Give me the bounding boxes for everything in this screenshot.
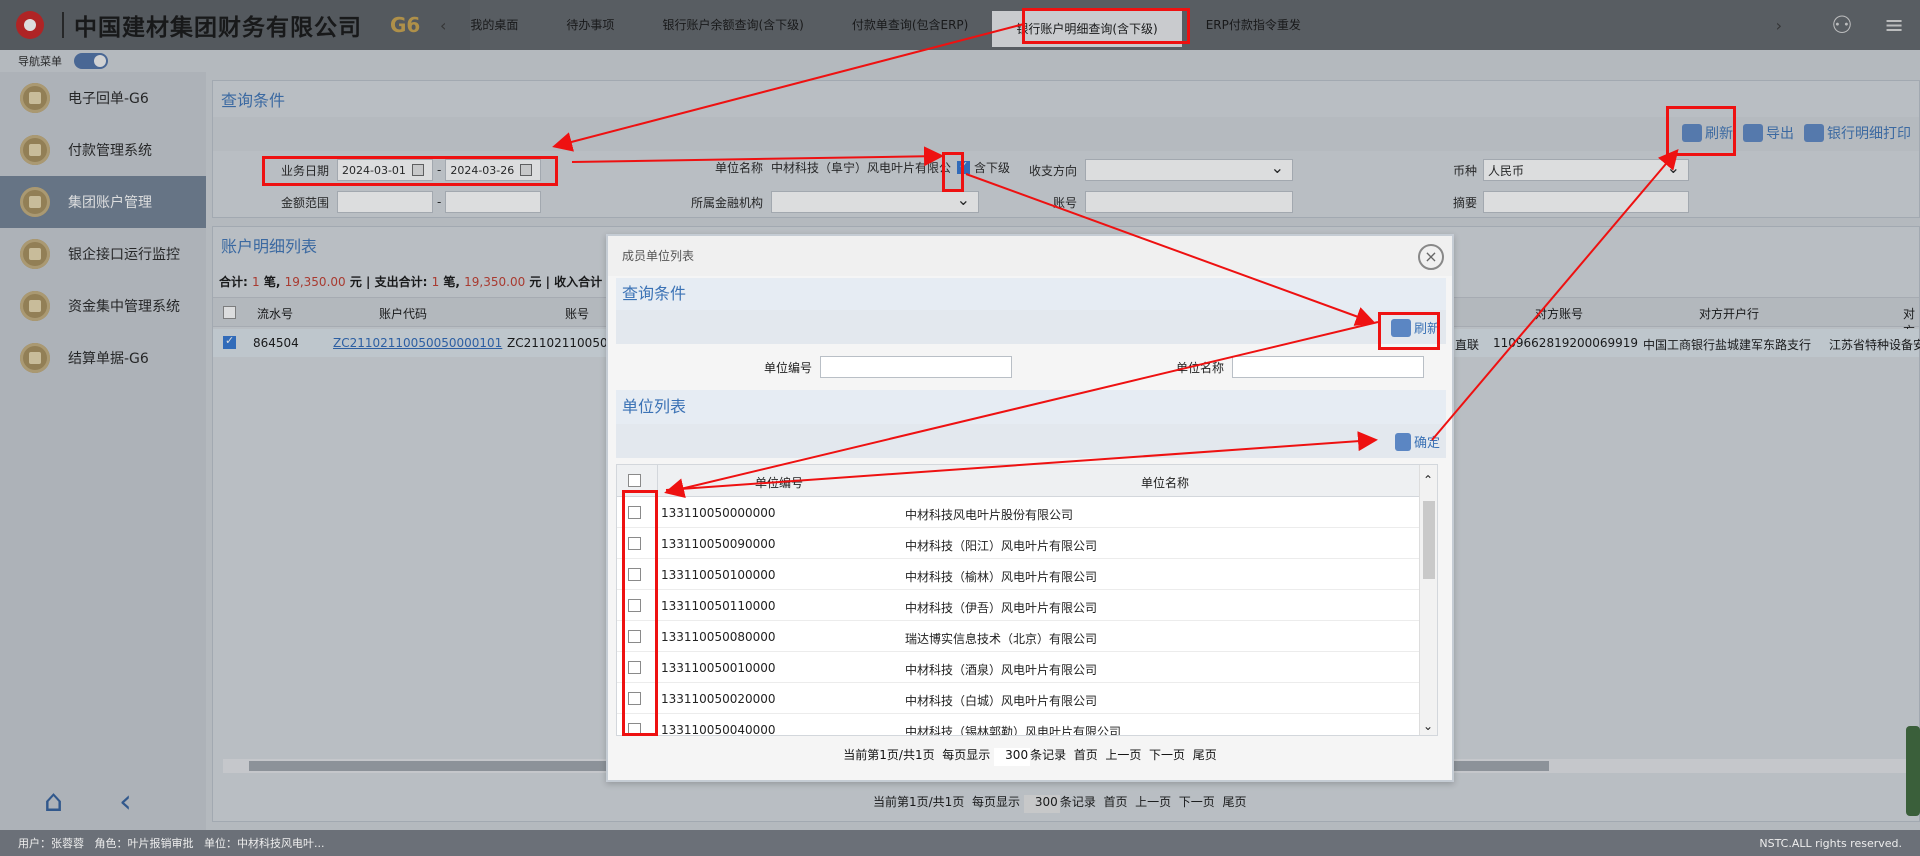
col-divider [657,465,658,497]
unit-row[interactable]: 133110050000000 中材科技风电叶片股份有限公司 [617,497,1437,528]
unit-row[interactable]: 133110050110000 中材科技（伊吾）风电叶片有限公司 [617,590,1437,621]
dialog-unit-name-row: 单位名称 [1174,356,1424,378]
unit-row-no: 133110050090000 [661,537,776,551]
unit-row-checkbox[interactable] [628,692,641,705]
dialog-title: 成员单位列表 [608,236,1452,276]
unit-row[interactable]: 133110050010000 中材科技（酒泉）风电叶片有限公司 [617,652,1437,683]
pager-prev[interactable]: 上一页 [1105,748,1141,762]
unit-row-name: 中材科技（阳江）风电叶片有限公司 [905,539,1098,553]
pager-last[interactable]: 尾页 [1193,748,1217,762]
unit-row-checkbox[interactable] [628,506,641,519]
grid-select-all-checkbox[interactable] [628,474,641,487]
dialog-query-strip [616,310,1446,344]
unit-row-name: 中材科技（白城）风电叶片有限公司 [905,694,1098,708]
volume-indicator [1906,726,1920,816]
pager-size-input[interactable]: 300 [994,748,1031,766]
footer-rights: NSTC.ALL rights reserved. [1759,836,1902,850]
unit-list-strip [616,424,1446,458]
unit-row-name: 中材科技（酒泉）风电叶片有限公司 [905,663,1098,677]
unit-row-checkbox[interactable] [628,537,641,550]
unit-row-checkbox[interactable] [628,661,641,674]
unit-no-input[interactable] [820,356,1012,378]
unit-row-name: 中材科技（锡林郭勒）风电叶片有限公司 [905,725,1122,736]
status-bar: 用户：张蓉蓉 角色：叶片报销审批 单位：中材科技风电叶... NSTC.ALL … [0,830,1920,856]
col-unit-name: 单位名称 [1141,476,1190,490]
unit-row-checkbox[interactable] [628,630,641,643]
scroll-down-icon[interactable]: ⌄ [1423,719,1433,733]
unit-list-title: 单位列表 [616,390,1446,424]
unit-row-no: 133110050080000 [661,630,776,644]
unit-grid: 单位编号 单位名称 133110050000000 中材科技风电叶片股份有限公司 1… [616,464,1438,736]
unit-row-no: 133110050110000 [661,599,776,613]
member-unit-dialog: 成员单位列表 × 查询条件 刷新 单位编号 单位名称 单位列表 确定 单位编号 … [606,234,1454,782]
pager-status: 当前第1页/共1页 [843,748,935,762]
footer-user: 用户：张蓉蓉 [18,837,84,850]
unit-row[interactable]: 133110050100000 中材科技（榆林）风电叶片有限公司 [617,559,1437,590]
unit-row[interactable]: 133110050090000 中材科技（阳江）风电叶片有限公司 [617,528,1437,559]
unit-row[interactable]: 133110050080000 瑞达博实信息技术（北京）有限公司 [617,621,1437,652]
scroll-up-icon[interactable]: ⌃ [1423,473,1433,487]
unit-row-no: 133110050010000 [661,661,776,675]
unit-row-checkbox[interactable] [628,568,641,581]
close-icon[interactable]: × [1418,244,1444,270]
confirm-label: 确定 [1413,436,1440,451]
unit-row-no: 133110050020000 [661,692,776,706]
refresh-icon [1390,318,1411,337]
dialog-refresh-button[interactable]: 刷新 [1390,318,1440,337]
unit-no-label: 单位编号 [763,360,812,375]
pager-size-label: 每页显示 [942,748,991,762]
col-unit-no: 单位编号 [755,476,804,490]
unit-row-name: 中材科技风电叶片股份有限公司 [905,508,1074,522]
unit-row-checkbox[interactable] [628,599,641,612]
unit-row-no: 133110050000000 [661,506,776,520]
footer-unit: 单位：中材科技风电叶... [204,837,325,850]
pager-next[interactable]: 下一页 [1149,748,1185,762]
footer-role: 角色：叶片报销审批 [94,837,194,850]
confirm-button[interactable]: 确定 [1394,432,1440,451]
dialog-refresh-label: 刷新 [1413,322,1440,337]
unit-grid-body: 133110050000000 中材科技风电叶片股份有限公司 13311005009… [617,497,1437,736]
vertical-scrollbar[interactable]: ⌃ ⌄ [1419,465,1437,735]
unit-row-no: 133110050040000 [661,723,776,736]
unit-grid-header: 单位编号 单位名称 [617,465,1437,497]
unit-row-name: 中材科技（伊吾）风电叶片有限公司 [905,601,1098,615]
unit-row[interactable]: 133110050040000 中材科技（锡林郭勒）风电叶片有限公司 [617,714,1437,736]
confirm-icon [1394,432,1411,451]
unit-row-name: 瑞达博实信息技术（北京）有限公司 [905,632,1098,646]
unit-row-checkbox[interactable] [628,723,641,735]
dialog-unit-name-label: 单位名称 [1175,360,1224,375]
pager-records-label: 条记录 [1030,748,1067,762]
pager-first[interactable]: 首页 [1074,748,1098,762]
dialog-query-title: 查询条件 [616,278,1446,310]
unit-no-row: 单位编号 [758,356,1012,378]
unit-row[interactable]: 133110050020000 中材科技（白城）风电叶片有限公司 [617,683,1437,714]
scrollbar-thumb[interactable] [1423,501,1435,579]
dialog-unit-name-input[interactable] [1232,356,1424,378]
unit-row-name: 中材科技（榆林）风电叶片有限公司 [905,570,1098,584]
unit-row-no: 133110050100000 [661,568,776,582]
dialog-pager: 当前第1页/共1页 每页显示 300 条记录 首页 上一页 下一页 尾页 [608,746,1452,766]
